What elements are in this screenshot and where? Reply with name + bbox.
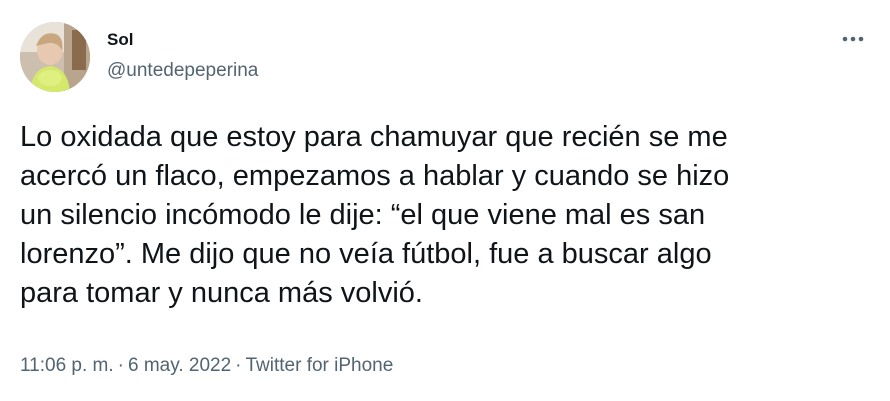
meta-separator: · xyxy=(117,355,124,376)
tweet-text-line: un silencio incómodo le dije: “el que vi… xyxy=(20,199,706,231)
tweet-meta: 11:06 p. m. · 6 may. 2022 · Twitter for iPho… xyxy=(20,354,393,378)
tweet-text: Lo oxidada que estoy para chamuyar que r… xyxy=(20,118,870,313)
profile-photo-icon xyxy=(20,22,90,92)
tweet-text-line: Lo oxidada que estoy para chamuyar que r… xyxy=(20,121,728,153)
tweet-text-line: para tomar y nunca más volvió. xyxy=(20,277,423,309)
author-name[interactable]: Sol xyxy=(107,30,133,50)
tweet-source-link[interactable]: Twitter for iPhone xyxy=(245,355,393,376)
more-options-button[interactable] xyxy=(838,28,868,50)
author-handle[interactable]: @untedepeperina xyxy=(107,60,258,82)
tweet-time-link[interactable]: 11:06 p. m. xyxy=(20,355,114,376)
avatar[interactable] xyxy=(20,22,90,92)
meta-separator: · xyxy=(235,355,242,376)
tweet-text-line: acercó un flaco, empezamos a hablar y cu… xyxy=(20,160,730,192)
tweet-card: Sol @untedepeperina Lo oxidada que estoy… xyxy=(0,0,890,401)
tweet-date-link[interactable]: 6 may. 2022 xyxy=(128,355,231,376)
more-options-icon xyxy=(842,36,864,42)
tweet-text-line: lorenzo”. Me dijo que no veía fútbol, fu… xyxy=(20,238,712,270)
